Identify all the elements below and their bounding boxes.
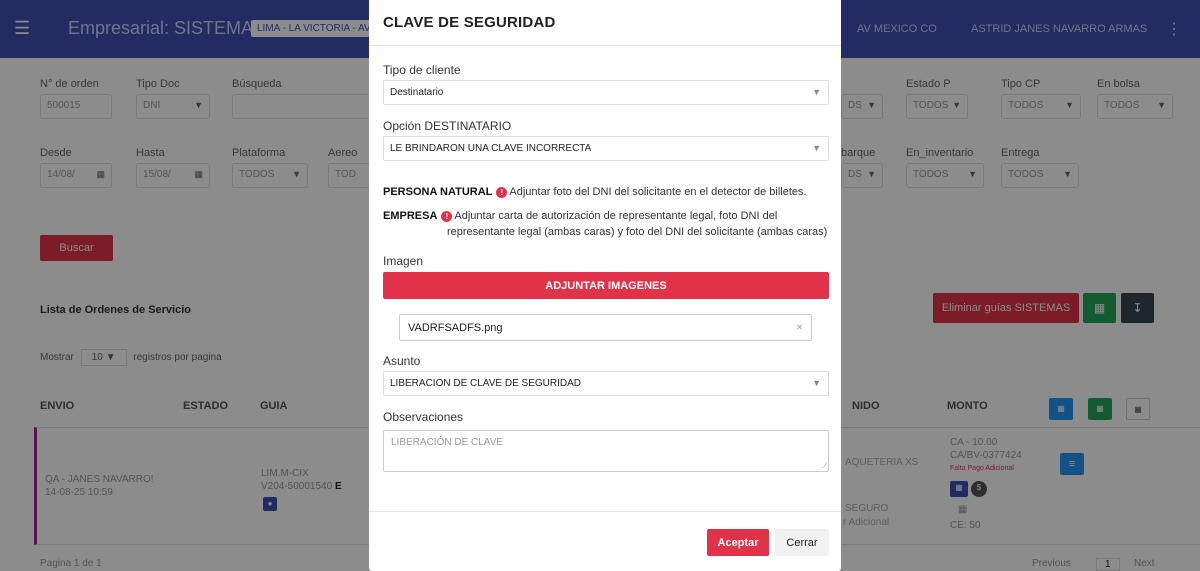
opcion-select[interactable]: LE BRINDARON UNA CLAVE INCORRECTA ▼	[383, 136, 829, 161]
empresa-note: EMPRESA! Adjuntar carta de autorización d…	[383, 209, 777, 224]
observaciones-textarea[interactable]: LIBERACIÓN DE CLAVE ∕	[383, 430, 829, 472]
tipo-cliente-select[interactable]: Destinatario ▼	[383, 80, 829, 105]
modal-title: CLAVE DE SEGURIDAD	[383, 14, 556, 31]
tipo-cliente-label: Tipo de cliente	[383, 63, 461, 77]
persona-note: PERSONA NATURAL! Adjuntar foto del DNI de…	[383, 185, 807, 200]
info-icon: !	[496, 187, 508, 198]
observaciones-value: LIBERACIÓN DE CLAVE	[391, 437, 504, 448]
empresa-title: EMPRESA	[383, 210, 438, 222]
resize-grip-icon[interactable]: ∕	[825, 461, 826, 470]
opcion-label: Opción DESTINATARIO	[383, 119, 512, 133]
info-icon: !	[441, 211, 453, 222]
divider	[369, 45, 841, 46]
observaciones-label: Observaciones	[383, 410, 464, 424]
cerrar-button[interactable]: Cerrar	[775, 529, 829, 556]
persona-title: PERSONA NATURAL	[383, 186, 493, 198]
opcion-value: LE BRINDARON UNA CLAVE INCORRECTA	[390, 143, 592, 154]
chevron-down-icon: ▼	[812, 143, 821, 153]
empresa-text-1: Adjuntar carta de autorización de repres…	[454, 210, 778, 222]
aceptar-button[interactable]: Aceptar	[707, 529, 769, 556]
chevron-down-icon: ▼	[812, 87, 821, 97]
attach-images-button[interactable]: ADJUNTAR IMAGENES	[383, 272, 829, 299]
chevron-down-icon: ▼	[812, 378, 821, 388]
tipo-cliente-value: Destinatario	[390, 87, 444, 98]
empresa-text-2: representante legal (ambas caras) y foto…	[447, 226, 828, 238]
asunto-label: Asunto	[383, 354, 421, 368]
asunto-value: LIBERACION DE CLAVE DE SEGURIDAD	[390, 378, 581, 389]
security-key-modal: CLAVE DE SEGURIDAD Tipo de cliente Desti…	[369, 0, 841, 571]
file-name: VADRFSADFS.png	[408, 322, 503, 334]
imagen-label: Imagen	[383, 254, 424, 268]
divider	[369, 511, 841, 512]
attached-file: VADRFSADFS.png ×	[399, 314, 812, 341]
persona-text: Adjuntar foto del DNI del solicitante en…	[509, 186, 807, 198]
asunto-select[interactable]: LIBERACION DE CLAVE DE SEGURIDAD ▼	[383, 371, 829, 396]
close-icon[interactable]: ×	[796, 320, 803, 334]
empresa-note-2: representante legal (ambas caras) y foto…	[447, 225, 827, 240]
